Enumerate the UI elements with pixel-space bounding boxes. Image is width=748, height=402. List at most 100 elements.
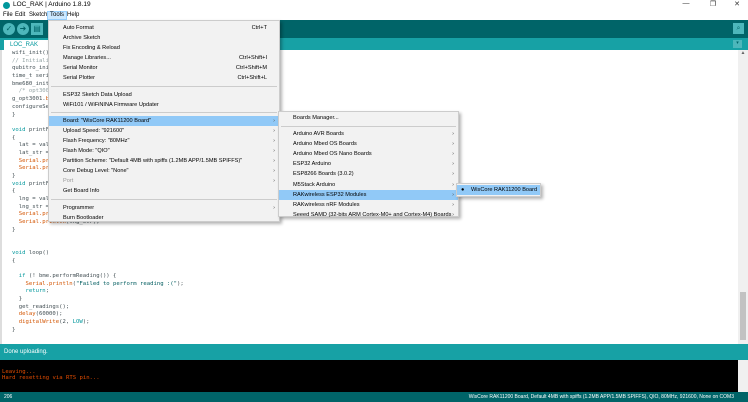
submenu-arrow-icon: › (452, 161, 454, 168)
menu-item[interactable]: Board: "WisCore RAK11200 Board" › (49, 115, 279, 126)
selected-bullet-icon: ● (461, 187, 465, 193)
menu-item[interactable]: Arduino Mbed OS Nano Boards › (279, 149, 458, 159)
submenu-arrow-icon: › (273, 148, 275, 155)
code-token: // Initiali (12, 57, 50, 64)
menu-item[interactable]: Get Board Info (49, 186, 279, 196)
menu-item[interactable]: Burn Bootloader (49, 213, 279, 223)
code-line: Serial.println("Failed to perform readin… (12, 280, 184, 289)
tab-menu-button[interactable]: ▾ (733, 40, 742, 48)
menu-item[interactable]: Boards Manager... (279, 113, 458, 123)
code-token: } (12, 226, 16, 233)
submenu-arrow-icon: › (273, 117, 275, 124)
menu-item[interactable]: Programmer › (49, 203, 279, 213)
code-token: get_readings(); (12, 303, 70, 310)
close-button[interactable]: ✕ (727, 0, 747, 11)
code-token: } (12, 111, 16, 118)
menu-item[interactable]: Auto Format Ctrl+T (49, 23, 279, 33)
menu-item-label: Arduino Mbed OS Nano Boards (293, 151, 372, 158)
menu-item-label: Seeed SAMD (32-bits ARM Cortex-M0+ and C… (293, 211, 452, 218)
submenu-arrow-icon: › (452, 131, 454, 138)
menu-item-label: Boards Manager... (293, 115, 339, 121)
rak-esp32-submenu: ● WisCore RAK11200 Board (456, 183, 541, 197)
code-token: { (12, 134, 16, 141)
menu-item[interactable]: RAKwireless nRF Modules › (279, 200, 458, 210)
scroll-up-icon[interactable]: ▲ (738, 50, 748, 58)
menu-item-label: Arduino AVR Boards (293, 131, 344, 138)
code-line: digitalWrite(2, LOW); (12, 319, 184, 327)
submenu-arrow-icon: › (452, 151, 454, 158)
menu-item[interactable]: Partition Scheme: "Default 4MB with spif… (49, 156, 279, 166)
menu-item[interactable]: ● WisCore RAK11200 Board (457, 185, 540, 196)
menu-item-label: Fix Encoding & Reload (63, 45, 120, 52)
bottom-status-bar: 206 WisCore RAK11200 Board, Default 4MB … (0, 392, 748, 402)
menu-item[interactable]: ESP32 Sketch Data Upload (49, 90, 279, 100)
menu-bar: File Edit Sketch Tools Help (0, 11, 748, 20)
menu-edit[interactable]: Edit (13, 12, 27, 18)
line-number: 206 (4, 394, 13, 400)
menu-item[interactable]: M5Stack Arduino › (279, 180, 458, 190)
serial-monitor-button[interactable]: ⌕ (733, 23, 744, 34)
menu-item-label: Auto Format (63, 25, 94, 31)
menu-item[interactable]: Flash Frequency: "80MHz" › (49, 136, 279, 146)
menu-item[interactable]: Serial Plotter Ctrl+Shift+L (49, 73, 279, 83)
code-token: (60000); (35, 311, 63, 318)
menu-item[interactable]: Archive Sketch (49, 33, 279, 43)
menu-item-label: Arduino Mbed OS Boards (293, 141, 357, 148)
maximize-button[interactable]: ❐ (703, 0, 723, 11)
submenu-arrow-icon: › (273, 137, 275, 144)
menu-item[interactable]: Seeed SAMD (32-bits ARM Cortex-M0+ and C… (279, 210, 458, 220)
menu-item-label: Upload Speed: "921600" (63, 127, 125, 134)
menu-item[interactable]: Core Debug Level: "None" › (49, 166, 279, 176)
menu-separator (51, 199, 277, 200)
submenu-arrow-icon: › (452, 171, 454, 178)
verify-button[interactable]: ✓ (3, 23, 15, 35)
code-token: configureSe (12, 103, 50, 110)
menu-item-label: RAKwireless ESP32 Modules (293, 191, 367, 198)
menu-help[interactable]: Help (65, 12, 81, 18)
minimize-button[interactable]: — (676, 0, 696, 11)
submenu-arrow-icon: › (273, 127, 275, 134)
code-token: } (12, 173, 16, 179)
menu-separator (51, 112, 277, 114)
title-bar: LOC_RAK | Arduino 1.8.19 — ❐ ✕ (0, 0, 748, 11)
menu-item-label: Port (63, 178, 74, 185)
menu-tools[interactable]: Tools (47, 11, 68, 20)
menu-item-label: M5Stack Arduino (293, 181, 336, 188)
submenu-arrow-icon: › (452, 191, 454, 198)
menu-item-label: Get Board Info (63, 188, 100, 195)
code-token: lat = val; (12, 142, 53, 149)
code-token: { (12, 188, 16, 195)
menu-item[interactable]: WiFi101 / WiFiNINA Firmware Updater (49, 100, 279, 110)
code-token: (2, (59, 319, 73, 326)
status-message: Done uploading. (4, 349, 48, 355)
code-token: ); (177, 280, 184, 287)
upload-button[interactable]: ➜ (17, 23, 29, 35)
menu-item-shortcut: Ctrl+Shift+L (237, 75, 267, 82)
new-button[interactable]: ▤ (31, 23, 43, 35)
menu-item-label: Board: "WisCore RAK11200 Board" (63, 117, 152, 124)
menu-item[interactable]: ESP8266 Boards (3.0.2) › (279, 169, 458, 179)
menu-item[interactable]: ESP32 Arduino › (279, 159, 458, 169)
code-token: void (12, 126, 26, 133)
menu-item[interactable]: Flash Mode: "QIO" › (49, 146, 279, 156)
code-token: return (12, 288, 46, 295)
menu-item[interactable]: Fix Encoding & Reload (49, 43, 279, 53)
editor-scroll-thumb[interactable] (740, 292, 746, 340)
code-token: bme680_init (12, 80, 50, 87)
code-line: void loop() (12, 250, 184, 258)
tab-loc-rak[interactable]: LOC_RAK (4, 40, 48, 50)
menu-item-label: WiFi101 / WiFiNINA Firmware Updater (63, 101, 159, 108)
menu-item[interactable]: Upload Speed: "921600" › (49, 126, 279, 136)
menu-item[interactable]: Manage Libraries... Ctrl+Shift+I (49, 53, 279, 63)
menu-item[interactable]: Serial Monitor Ctrl+Shift+M (49, 63, 279, 73)
code-token: qubitro_ini (12, 65, 50, 72)
menu-item[interactable]: Arduino Mbed OS Boards › (279, 139, 458, 149)
menu-item[interactable]: Arduino AVR Boards › (279, 129, 458, 139)
menu-item-label: RAKwireless nRF Modules (293, 201, 360, 208)
code-line: delay(60000); (12, 311, 184, 319)
console-scrollbar[interactable] (738, 360, 748, 392)
menu-sketch[interactable]: Sketch (27, 12, 49, 18)
menu-item[interactable]: RAKwireless ESP32 Modules › (279, 189, 458, 200)
